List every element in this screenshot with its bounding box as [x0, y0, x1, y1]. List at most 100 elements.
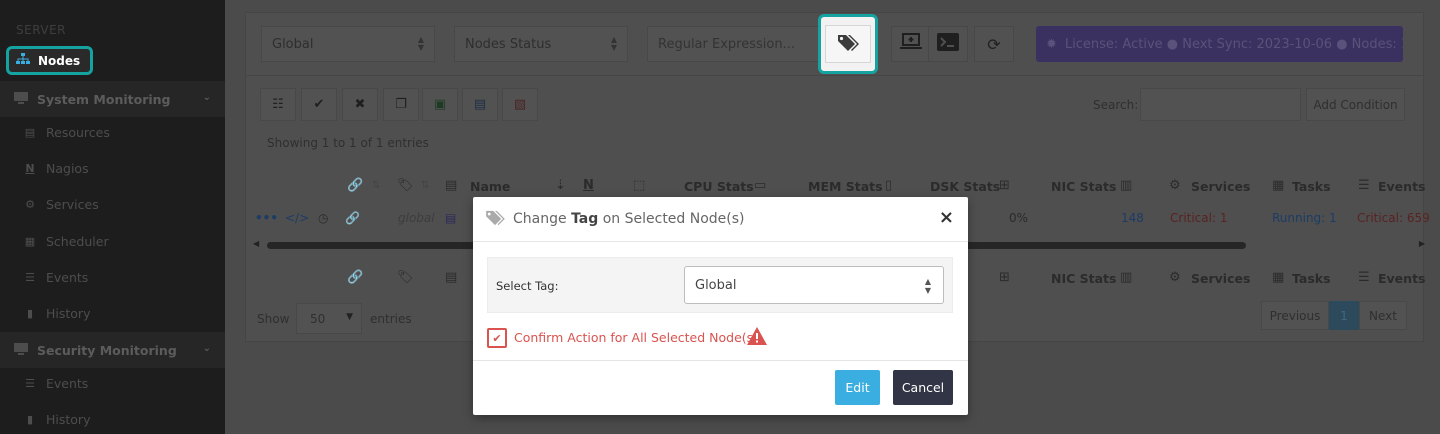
sidebar-item-security-history[interactable]: ▮ History — [24, 412, 91, 427]
table-search-input[interactable] — [1140, 88, 1301, 121]
row-events[interactable]: Critical: 659 — [1357, 211, 1430, 225]
sort-icon[interactable]: ⇅ — [421, 180, 429, 191]
modal-footer: Edit Cancel — [473, 360, 968, 415]
regex-search-input[interactable]: Regular Expression... — [647, 26, 827, 62]
sidebar-item-nodes[interactable]: Nodes — [6, 46, 93, 75]
sidebar-item-resources[interactable]: ▤ Resources — [24, 125, 110, 140]
column-services: Services — [1191, 271, 1251, 286]
monitor-icon — [14, 91, 28, 107]
change-tag-modal: Change Tag on Selected Node(s) × Select … — [473, 197, 968, 415]
book-icon: ▮ — [26, 413, 34, 426]
sidebar-item-history[interactable]: ▮ History — [24, 306, 91, 321]
select-all-button[interactable]: ☷ — [260, 88, 296, 121]
sidebar-item-security-events[interactable]: ☰ Events — [24, 376, 88, 391]
gear-icon: ⚙ — [25, 198, 35, 211]
server-icon: ▤ — [445, 211, 457, 225]
cancel-button[interactable]: Cancel — [893, 370, 953, 405]
sidebar-group-security-monitoring[interactable]: Security Monitoring ⌄ — [0, 332, 225, 368]
next-page-button[interactable]: Next — [1359, 301, 1407, 330]
license-banner: ✹ License: Active ● Next Sync: 2023-10-0… — [1036, 26, 1403, 62]
modal-title-bold: Tag — [571, 211, 599, 227]
close-icon[interactable]: × — [939, 207, 954, 228]
cpu-icon: ⬚ — [633, 178, 646, 193]
confirm-checkbox[interactable]: ✔ — [487, 328, 507, 348]
select-arrows-icon: ▲ ▼ — [610, 35, 617, 52]
select-value: Global — [272, 36, 314, 52]
gear-icon: ⚙ — [1169, 178, 1181, 193]
showing-entries-text: Showing 1 to 1 of 1 entries — [267, 136, 429, 150]
calendar-icon: ▦ — [24, 235, 36, 248]
row-dsk: 0% — [1009, 211, 1029, 225]
sidebar-group-label: Security Monitoring — [37, 342, 177, 358]
select-value: 50 — [310, 311, 326, 326]
column-services[interactable]: Services — [1191, 179, 1250, 194]
sort-icon[interactable]: ⇅ — [372, 180, 380, 191]
refresh-icon: ⟳ — [987, 34, 1001, 54]
more-icon[interactable]: ••• — [255, 211, 278, 225]
column-dsk-stats[interactable]: DSK Stats — [930, 179, 1000, 194]
deselect-button[interactable]: ✖ — [342, 88, 378, 121]
column-tasks[interactable]: Tasks — [1292, 179, 1331, 194]
bar-chart-icon: ▥ — [1120, 178, 1133, 193]
server-icon: ▤ — [24, 126, 36, 139]
select-tag-dropdown[interactable]: Global ▲ ▼ — [684, 266, 944, 304]
copy-button[interactable]: ❐ — [383, 88, 419, 121]
confirm-label[interactable]: Confirm Action for All Selected Node(s) — [514, 330, 758, 345]
row-nic[interactable]: 148 — [1121, 211, 1144, 225]
calendar-icon: ▦ — [1272, 178, 1285, 193]
row-services[interactable]: Critical: 1 — [1170, 211, 1227, 225]
page-1-button[interactable]: 1 — [1329, 301, 1359, 330]
sidebar-group-system-monitoring[interactable]: System Monitoring ⌄ — [0, 81, 225, 117]
sidebar-item-label: History — [46, 306, 91, 321]
sidebar-item-scheduler[interactable]: ▦ Scheduler — [24, 234, 109, 249]
page-size-select[interactable]: 50 ▼ — [296, 303, 362, 334]
license-text: License: Active ● Next Sync: 2023-10-06 … — [1064, 36, 1403, 52]
terminal-button[interactable] — [928, 26, 968, 62]
row-tasks[interactable]: Running: 1 — [1272, 211, 1337, 225]
export-node-button[interactable] — [891, 26, 931, 62]
status-filter-select[interactable]: Nodes Status ▲ ▼ — [454, 26, 628, 62]
select-value: Global — [695, 277, 737, 293]
clock-icon[interactable]: ◷ — [318, 211, 328, 225]
previous-page-button[interactable]: Previous — [1261, 301, 1329, 330]
change-tag-button[interactable] — [818, 14, 878, 74]
row-tag: global — [398, 211, 435, 225]
scroll-right-icon[interactable]: ▶ — [1419, 239, 1425, 248]
list-icon: ☰ — [25, 271, 35, 284]
edit-button[interactable]: Edit — [835, 370, 880, 405]
select-filtered-button[interactable]: ✔ — [301, 88, 337, 121]
warning-icon — [747, 327, 767, 348]
column-name[interactable]: Name — [470, 179, 510, 194]
sidebar-item-events[interactable]: ☰ Events — [24, 270, 88, 285]
show-label: Show — [257, 312, 290, 326]
excel-export-button[interactable]: ▣ — [422, 88, 458, 121]
add-condition-button[interactable]: Add Condition — [1306, 88, 1405, 121]
excel-icon: ▣ — [433, 97, 447, 112]
pdf-export-button[interactable]: ▧ — [502, 88, 538, 121]
list-icon: ☰ — [1358, 178, 1370, 193]
scroll-left-icon[interactable]: ◀ — [253, 239, 259, 248]
column-mem-stats[interactable]: MEM Stats — [808, 179, 883, 194]
column-cpu-stats[interactable]: CPU Stats — [684, 179, 754, 194]
terminal-icon — [937, 33, 959, 55]
link-icon: 🔗 — [347, 178, 364, 193]
nagios-icon: N — [25, 162, 35, 175]
csv-export-button[interactable]: ▤ — [462, 88, 498, 121]
list-icon: ☰ — [25, 377, 35, 390]
laptop-plus-icon — [900, 33, 922, 55]
column-events[interactable]: Events — [1378, 179, 1425, 194]
column-nic-stats[interactable]: NIC Stats — [1051, 179, 1116, 194]
sidebar-group-label: System Monitoring — [37, 91, 171, 107]
sidebar-item-nagios[interactable]: N Nagios — [24, 161, 88, 176]
tag-filter-select[interactable]: Global ▲ ▼ — [261, 26, 435, 62]
link-icon[interactable]: 🔗 — [345, 211, 360, 225]
copy-icon: ❐ — [395, 97, 407, 112]
code-icon[interactable]: </> — [285, 211, 309, 225]
list-icon: ☰ — [1358, 270, 1370, 285]
calendar-icon: ▦ — [1272, 270, 1285, 285]
refresh-button[interactable]: ⟳ — [974, 26, 1014, 62]
select-value: Nodes Status — [465, 36, 552, 52]
sidebar-item-services[interactable]: ⚙ Services — [24, 197, 99, 212]
search-label: Search: — [1093, 98, 1139, 112]
sitemap-icon — [16, 53, 30, 68]
